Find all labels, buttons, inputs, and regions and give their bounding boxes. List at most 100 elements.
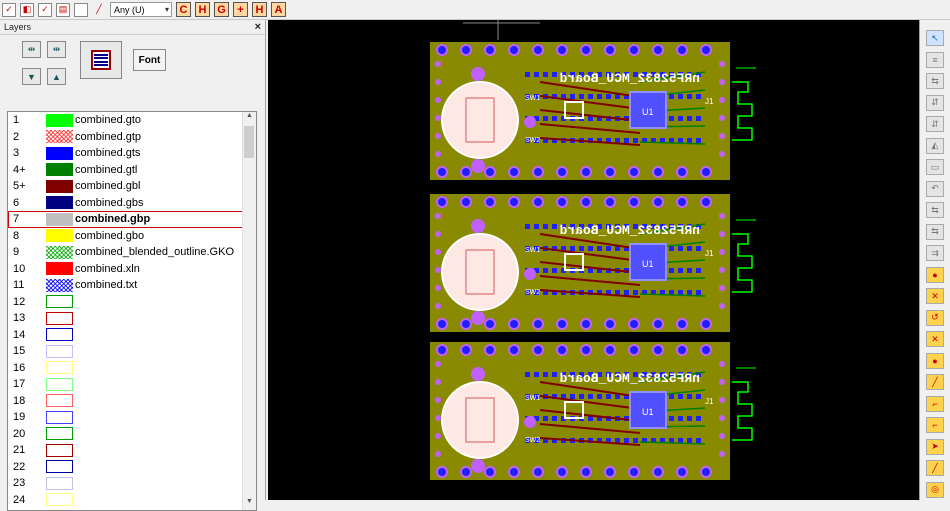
- close-icon[interactable]: ×: [255, 21, 261, 33]
- layer-row[interactable]: 16: [8, 360, 256, 377]
- layer-row[interactable]: 3 combined.gts: [8, 145, 256, 162]
- swap-icon[interactable]: ⇆: [926, 73, 944, 89]
- layer-color-swatch[interactable]: [46, 130, 73, 144]
- layer-number: 15: [13, 345, 26, 358]
- layer-row[interactable]: 17: [8, 376, 256, 393]
- circle-icon[interactable]: ●: [926, 266, 944, 283]
- font-button[interactable]: Font: [133, 49, 166, 71]
- layer-color-swatch[interactable]: [46, 410, 73, 424]
- move-layer-down-button[interactable]: ▼: [22, 68, 41, 85]
- move-icon[interactable]: ⇉: [926, 245, 944, 261]
- line-icon[interactable]: ╱: [926, 374, 944, 390]
- layer-row[interactable]: 12: [8, 294, 256, 311]
- tool-button-h[interactable]: H: [195, 2, 210, 17]
- layer-stack-button[interactable]: [80, 41, 122, 79]
- swap-icon[interactable]: ⇆: [926, 223, 944, 240]
- layer-color-swatch[interactable]: [46, 212, 73, 226]
- layer-row[interactable]: 22: [8, 459, 256, 476]
- scroll-up-icon[interactable]: ▲: [243, 112, 256, 124]
- align-icon[interactable]: ⇵: [926, 94, 944, 111]
- layer-color-swatch[interactable]: [46, 361, 73, 375]
- layer-color-swatch[interactable]: [46, 394, 73, 408]
- layer-color-swatch[interactable]: [46, 196, 73, 210]
- layer-color-swatch[interactable]: [46, 179, 73, 193]
- via: [552, 72, 557, 77]
- layer-row[interactable]: 19: [8, 409, 256, 426]
- tool-button-g[interactable]: G: [214, 2, 229, 17]
- layer-tool-button-2[interactable]: ⇹: [47, 41, 66, 58]
- layer-icon[interactable]: ▤: [56, 2, 70, 17]
- layer-row[interactable]: 5+ combined.gbl: [8, 178, 256, 195]
- layer-row[interactable]: 23: [8, 475, 256, 492]
- layer-color-swatch[interactable]: [46, 245, 73, 259]
- mount-pad: [471, 311, 485, 325]
- undo-icon[interactable]: ↶: [926, 180, 944, 197]
- layer-color-swatch[interactable]: [46, 377, 73, 391]
- move-layer-up-button[interactable]: ▲: [47, 68, 66, 85]
- corner-icon[interactable]: ⌐: [926, 417, 944, 433]
- menu-icon[interactable]: ≡: [926, 51, 944, 68]
- layer-row[interactable]: 1 combined.gto: [8, 112, 256, 129]
- pointer-icon[interactable]: ↖: [926, 30, 944, 46]
- layer-row[interactable]: 2 combined.gtp: [8, 129, 256, 146]
- layer-color-swatch[interactable]: [46, 295, 73, 309]
- layer-color-swatch[interactable]: [46, 427, 73, 441]
- target-icon[interactable]: ◎: [926, 481, 944, 498]
- delete-icon[interactable]: ✕: [926, 331, 944, 347]
- corner-icon[interactable]: ⌐: [926, 395, 944, 412]
- rect-icon[interactable]: ▭: [926, 159, 944, 175]
- tool-button-c[interactable]: C: [176, 2, 191, 17]
- layer-color-swatch[interactable]: [46, 328, 73, 342]
- align-icon[interactable]: ⇵: [926, 116, 944, 132]
- layer-row[interactable]: 18: [8, 393, 256, 410]
- layer-color-swatch[interactable]: [46, 476, 73, 490]
- arrow-icon[interactable]: ➤: [926, 438, 944, 455]
- layer-color-swatch[interactable]: [46, 311, 73, 325]
- layer-row[interactable]: 7 combined.gbp: [8, 211, 256, 228]
- layer-row[interactable]: 14: [8, 327, 256, 344]
- unit-select[interactable]: Any (U) ▾: [110, 2, 172, 17]
- layer-color-swatch[interactable]: [46, 460, 73, 474]
- layer-color-swatch[interactable]: [46, 146, 73, 160]
- tool-button-h2[interactable]: H: [252, 2, 267, 17]
- checkbox-icon[interactable]: ✓: [2, 2, 16, 17]
- scrollbar-thumb[interactable]: [244, 126, 254, 158]
- swap-icon[interactable]: ⇆: [926, 202, 944, 218]
- layer-row[interactable]: 8 combined.gbo: [8, 228, 256, 245]
- pin-pad: [436, 344, 448, 356]
- layer-row[interactable]: 15: [8, 343, 256, 360]
- layer-row[interactable]: 11 combined.txt: [8, 277, 256, 294]
- layer-color-swatch[interactable]: [46, 113, 73, 127]
- layer-color-swatch[interactable]: [46, 262, 73, 276]
- select-object-icon[interactable]: ◧: [20, 2, 34, 17]
- layer-list-scrollbar[interactable]: ▲ ▼: [242, 112, 256, 510]
- empty-checkbox-icon[interactable]: [74, 2, 88, 17]
- layer-row[interactable]: 13: [8, 310, 256, 327]
- mirror-icon[interactable]: ◭: [926, 137, 944, 154]
- layer-color-swatch[interactable]: [46, 163, 73, 177]
- pcb-canvas[interactable]: U1 nRF52832_MCU_Board J1 SW1 SW2 U1 nRF52832_M…: [268, 20, 919, 500]
- layer-color-swatch[interactable]: [46, 278, 73, 292]
- layer-color-swatch[interactable]: [46, 443, 73, 457]
- layer-row[interactable]: 21: [8, 442, 256, 459]
- close-icon[interactable]: ✕: [926, 288, 944, 304]
- layer-row[interactable]: 6 combined.gbs: [8, 195, 256, 212]
- via: [552, 268, 557, 273]
- layer-row[interactable]: 20: [8, 426, 256, 443]
- rotate-icon[interactable]: ↺: [926, 309, 944, 326]
- tool-button-plus[interactable]: +: [233, 2, 248, 17]
- tool-button-a[interactable]: A: [271, 2, 286, 17]
- layer-row[interactable]: 9 combined_blended_outline.GKO: [8, 244, 256, 261]
- record-icon[interactable]: ●: [926, 352, 944, 369]
- via: [597, 246, 602, 251]
- layer-color-swatch[interactable]: [46, 344, 73, 358]
- layer-number: 13: [13, 312, 26, 325]
- checkbox-icon[interactable]: ✓: [38, 2, 52, 17]
- layer-tool-button-1[interactable]: ⇹: [22, 41, 41, 58]
- layer-color-swatch[interactable]: [46, 229, 73, 243]
- line-icon[interactable]: ╱: [926, 460, 944, 476]
- layer-row[interactable]: 4+ combined.gtl: [8, 162, 256, 179]
- layer-number: 16: [13, 361, 26, 374]
- line-tool-icon[interactable]: ╱: [92, 3, 106, 17]
- layer-row[interactable]: 10 combined.xln: [8, 261, 256, 278]
